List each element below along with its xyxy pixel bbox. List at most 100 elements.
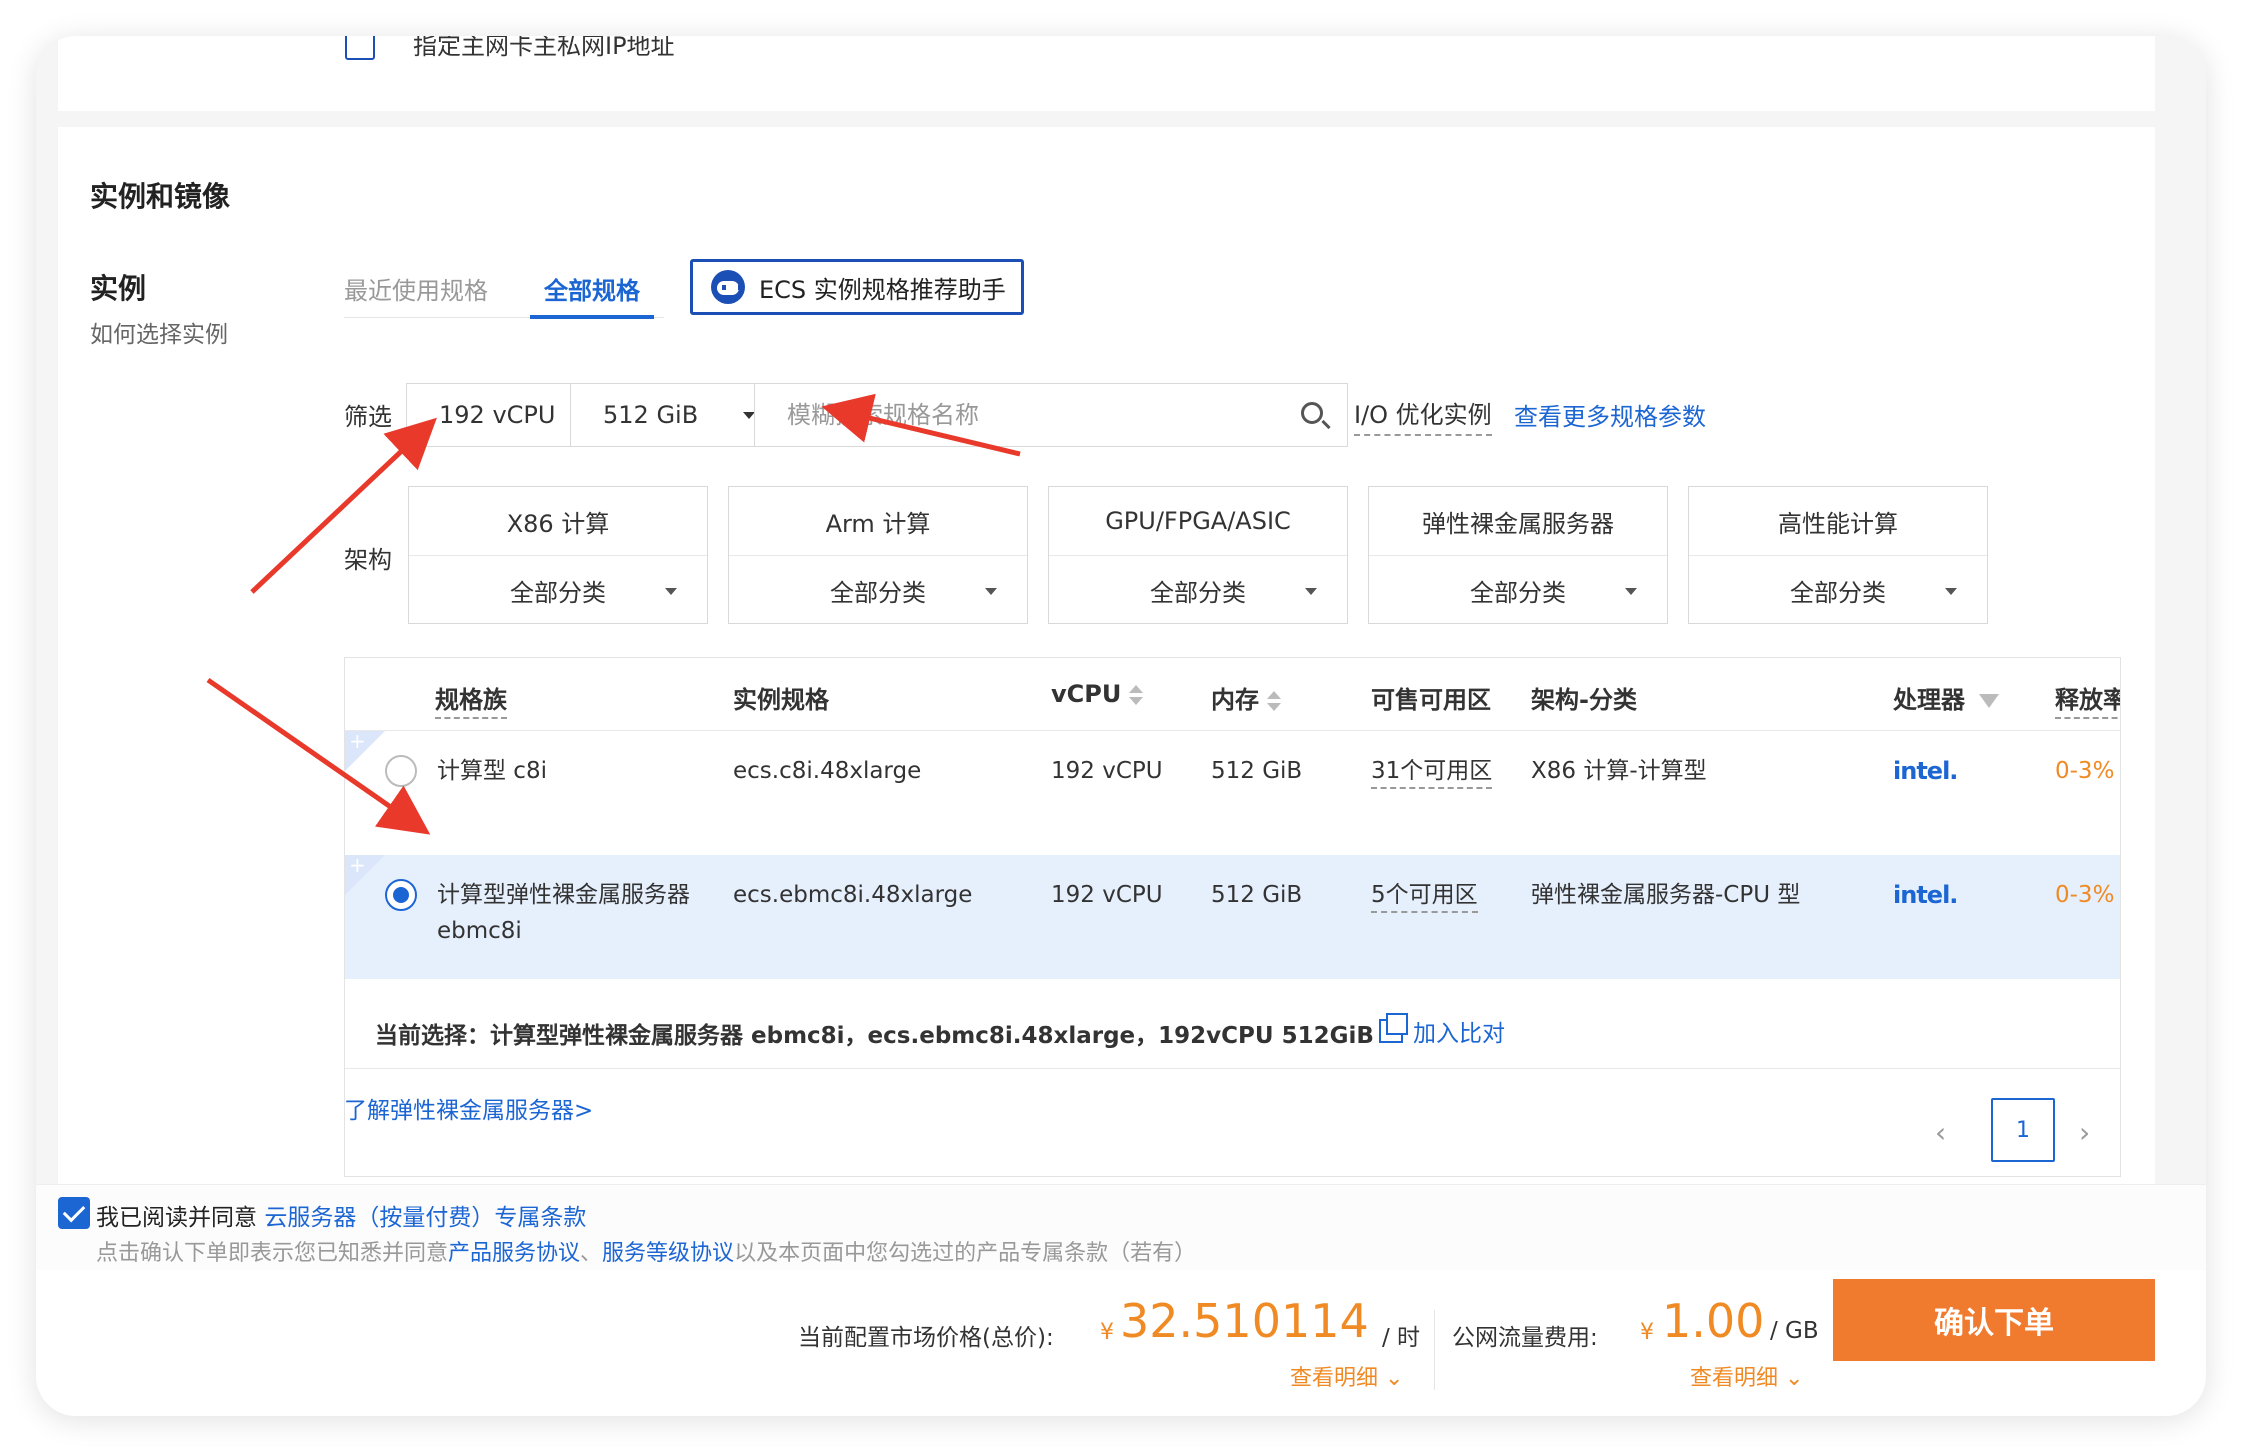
- notice-prefix: 点击确认下单即表示您已知悉并同意: [96, 1241, 449, 1266]
- th-cpu[interactable]: 处理器: [1893, 680, 1999, 715]
- price-value: 32.510114: [1120, 1294, 1369, 1348]
- arch-bare-metal[interactable]: 弹性裸金属服务器 全部分类: [1368, 486, 1668, 624]
- next-page-icon[interactable]: ›: [2079, 1116, 2090, 1149]
- intel-logo: intel.: [1893, 881, 1958, 909]
- cell-memory: 512 GiB: [1211, 882, 1303, 908]
- th-spec: 实例规格: [733, 686, 829, 714]
- th-vcpu[interactable]: vCPU: [1051, 680, 1144, 708]
- cell-arch: X86 计算-计算型: [1531, 758, 1707, 784]
- th-vcpu-label: vCPU: [1051, 680, 1122, 708]
- prev-page-icon[interactable]: ‹: [1935, 1116, 1946, 1149]
- ip-config-card: 指定主网卡主私网IP地址: [58, 36, 2155, 111]
- table-row[interactable]: + 计算型 c8i ecs.c8i.48xlarge 192 vCPU 512 …: [345, 729, 2120, 855]
- spec-table: 规格族 实例规格 vCPU 内存 可售可用区 架构-分类 处理器 释放率 + 计…: [344, 657, 2121, 1177]
- cell-zones[interactable]: 31个可用区: [1371, 758, 1493, 789]
- product-agreement-link[interactable]: 产品服务协议: [448, 1241, 580, 1266]
- traffic-label: 公网流量费用:: [1452, 1325, 1598, 1351]
- traffic-currency-symbol: ¥: [1640, 1320, 1654, 1345]
- intel-logo: intel.: [1893, 757, 1958, 785]
- sort-icon[interactable]: [1267, 691, 1281, 711]
- spec-search-input[interactable]: [755, 384, 1275, 446]
- compare-icon: [1379, 1013, 1408, 1043]
- agree-checkbox[interactable]: [58, 1197, 90, 1229]
- primary-ip-label: 指定主网卡主私网IP地址: [413, 36, 675, 60]
- arch-label: 架构: [344, 546, 392, 574]
- caret-down-icon: [1945, 588, 1957, 595]
- price-detail-link[interactable]: 查看明细 ⌄: [1290, 1360, 1403, 1392]
- price-label: 当前配置市场价格(总价):: [798, 1325, 1054, 1351]
- arch-x86[interactable]: X86 计算 全部分类: [408, 486, 708, 624]
- arch-category-value: 全部分类: [510, 578, 606, 607]
- add-compare-button[interactable]: 加入比对: [1379, 1013, 1505, 1048]
- row-radio[interactable]: [385, 879, 417, 911]
- caret-down-icon: [1305, 588, 1317, 595]
- cell-zones-wrap: 31个可用区: [1371, 753, 1493, 789]
- memory-select[interactable]: 512 GiB: [570, 383, 784, 447]
- instance-image-card: 实例和镜像 实例 如何选择实例 最近使用规格 全部规格 ECS 实例规格推荐助手…: [58, 127, 2155, 1227]
- th-release-label: 释放率: [2055, 686, 2120, 719]
- assistant-label: ECS 实例规格推荐助手: [759, 275, 1006, 304]
- traffic-detail-link[interactable]: 查看明细 ⌄: [1690, 1360, 1803, 1392]
- instance-field-title: 实例: [90, 272, 147, 305]
- cell-family: 计算型弹性裸金属服务器 ebmc8i: [437, 882, 690, 944]
- cell-zones[interactable]: 5个可用区: [1371, 882, 1478, 913]
- arch-category-select[interactable]: 全部分类: [729, 556, 1027, 624]
- price-bar: 当前配置市场价格(总价): ¥ 32.510114 / 时 查看明细 ⌄ 公网流…: [36, 1270, 2206, 1416]
- th-memory-label: 内存: [1211, 686, 1259, 714]
- sort-icon[interactable]: [1129, 685, 1144, 705]
- arch-hpc[interactable]: 高性能计算 全部分类: [1688, 486, 1988, 624]
- agreement-line: 我已阅读并同意 云服务器（按量付费）专属条款: [96, 1198, 586, 1232]
- learn-bare-metal-link[interactable]: 了解弹性裸金属服务器>: [344, 1091, 593, 1125]
- tab-recent-specs[interactable]: 最近使用规格: [344, 271, 488, 306]
- sla-link[interactable]: 服务等级协议: [602, 1241, 734, 1266]
- arch-category-select[interactable]: 全部分类: [1049, 556, 1347, 624]
- tab-all-specs[interactable]: 全部规格: [544, 271, 640, 306]
- how-to-choose-link[interactable]: 如何选择实例: [90, 315, 228, 349]
- arch-category-select[interactable]: 全部分类: [409, 556, 707, 624]
- traffic-value: 1.00: [1662, 1294, 1765, 1348]
- page-number[interactable]: 1: [1991, 1098, 2055, 1162]
- arch-category-select[interactable]: 全部分类: [1689, 556, 1987, 624]
- spec-search-box: [754, 383, 1348, 447]
- robot-icon: [711, 270, 745, 304]
- traffic-unit: / GB: [1770, 1318, 1819, 1344]
- arch-category-select[interactable]: 全部分类: [1369, 556, 1667, 624]
- price-separator: [1434, 1310, 1435, 1390]
- arch-category-value: 全部分类: [1150, 578, 1246, 607]
- active-tab-indicator: [530, 315, 654, 319]
- primary-ip-checkbox[interactable]: [345, 36, 375, 60]
- arch-name: GPU/FPGA/ASIC: [1049, 487, 1347, 556]
- currency-symbol: ¥: [1100, 1320, 1114, 1345]
- th-family-label: 规格族: [435, 686, 507, 719]
- price-detail-label: 查看明细: [1290, 1366, 1379, 1391]
- more-spec-params-link[interactable]: 查看更多规格参数: [1514, 397, 1706, 432]
- arch-category-value: 全部分类: [1470, 578, 1566, 607]
- plus-icon: +: [349, 853, 366, 877]
- io-optimized-label[interactable]: I/O 优化实例: [1354, 395, 1492, 436]
- traffic-detail-label: 查看明细: [1690, 1366, 1779, 1391]
- th-memory[interactable]: 内存: [1211, 680, 1281, 715]
- search-icon[interactable]: [1301, 402, 1323, 424]
- arch-arm[interactable]: Arm 计算 全部分类: [728, 486, 1028, 624]
- agreement-notice: 点击确认下单即表示您已知悉并同意产品服务协议、服务等级协议以及本页面中您勾选过的…: [96, 1235, 1196, 1267]
- table-header: 规格族 实例规格 vCPU 内存 可售可用区 架构-分类 处理器 释放率: [345, 658, 2120, 731]
- caret-down-icon: [665, 588, 677, 595]
- caret-down-icon: [985, 588, 997, 595]
- add-compare-label: 加入比对: [1413, 1021, 1505, 1047]
- memory-value: 512 GiB: [603, 401, 699, 429]
- divider: [345, 1068, 2120, 1069]
- arch-gpu[interactable]: GPU/FPGA/ASIC 全部分类: [1048, 486, 1348, 624]
- exclusive-terms-link[interactable]: 云服务器（按量付费）专属条款: [264, 1205, 586, 1231]
- arch-name: Arm 计算: [729, 487, 1027, 556]
- vcpu-value: 192 vCPU: [439, 401, 556, 429]
- spec-assistant-button[interactable]: ECS 实例规格推荐助手: [690, 259, 1024, 315]
- cell-spec: ecs.c8i.48xlarge: [733, 758, 922, 784]
- price-unit: / 时: [1382, 1325, 1421, 1351]
- filter-label: 筛选: [344, 403, 392, 431]
- table-row-selected[interactable]: + 计算型弹性裸金属服务器 ebmc8i ecs.ebmc8i.48xlarge…: [345, 853, 2120, 979]
- cell-memory: 512 GiB: [1211, 758, 1303, 784]
- section-title: 实例和镜像: [90, 180, 231, 213]
- filter-icon[interactable]: [1979, 694, 1999, 708]
- confirm-order-button[interactable]: 确认下单: [1833, 1279, 2155, 1361]
- row-radio[interactable]: [385, 755, 417, 787]
